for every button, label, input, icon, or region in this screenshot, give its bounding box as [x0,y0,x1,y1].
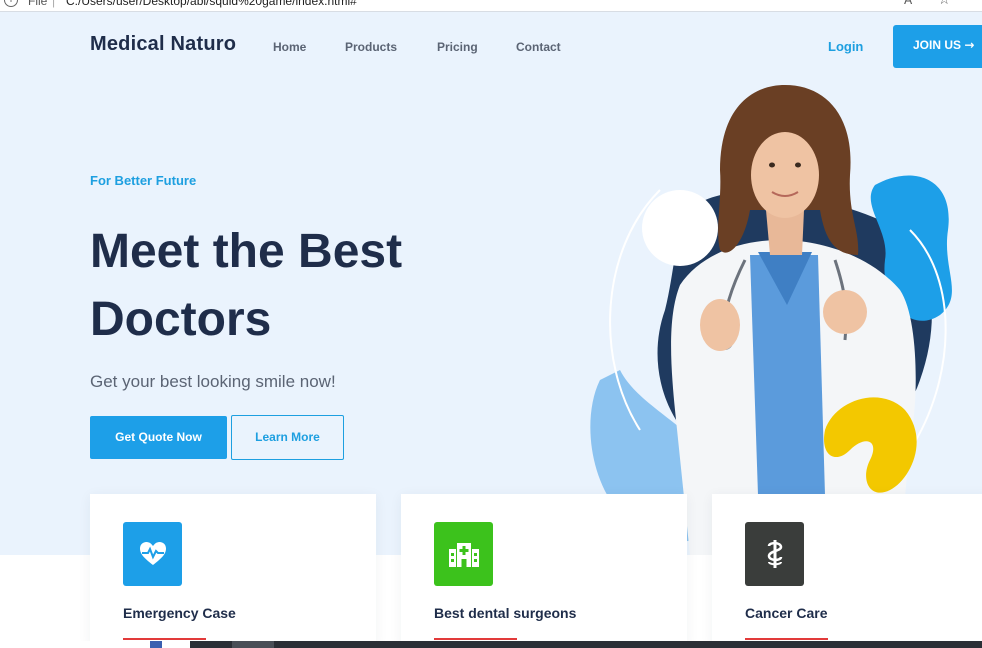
taskbar-edge [0,641,982,648]
medical-symbol-icon [745,522,804,586]
service-card-dental[interactable]: Best dental surgeons [401,494,687,648]
card-title: Emergency Case [123,605,236,621]
hero-title-line-1: Meet the Best [90,225,403,278]
taskbar-segment [232,641,274,648]
card-underline [434,638,517,640]
arrow-right-icon: → [964,38,975,52]
get-quote-button[interactable]: Get Quote Now [90,416,227,459]
login-link[interactable]: Login [828,39,863,54]
star-icon[interactable]: ☆ [938,0,951,8]
hero-title: Meet the Best Doctors [90,218,510,354]
browser-address-bar: i File | C:/Users/user/Desktop/abi/squid… [0,0,982,12]
hero-title-line-2: Doctors [90,293,272,346]
hero-subtitle: Get your best looking smile now! [90,372,336,391]
info-icon[interactable]: i [4,0,18,7]
site-logo[interactable]: Medical Naturo [90,33,236,56]
join-us-label: JOIN US [913,38,962,52]
card-underline [745,638,828,640]
service-card-emergency[interactable]: Emergency Case [90,494,376,648]
hospital-icon [434,522,493,586]
url-text[interactable]: C:/Users/user/Desktop/abi/squid%20game/i… [66,0,357,8]
heartbeat-icon [123,522,182,586]
nav-link-contact[interactable]: Contact [516,40,561,54]
right-hand [823,290,867,334]
doctor-hero-image [590,85,952,555]
white-circle [642,190,718,266]
url-scheme: File [28,0,48,8]
url-separator: | [52,0,56,8]
left-hand [700,299,740,351]
nav-link-pricing[interactable]: Pricing [437,40,478,54]
nav-link-home[interactable]: Home [273,40,306,54]
nav-link-products[interactable]: Products [345,40,397,54]
taskbar-segment [150,641,162,648]
zoom-icon[interactable]: A [904,0,912,7]
learn-more-button[interactable]: Learn More [231,415,344,460]
hero-eyebrow: For Better Future [90,173,197,188]
card-title: Best dental surgeons [434,605,577,621]
service-card-cancer[interactable]: Cancer Care [712,494,982,648]
doctor-face [751,132,819,218]
join-us-button[interactable]: JOIN US → [893,25,982,68]
card-underline [123,638,206,640]
card-title: Cancer Care [745,605,828,621]
